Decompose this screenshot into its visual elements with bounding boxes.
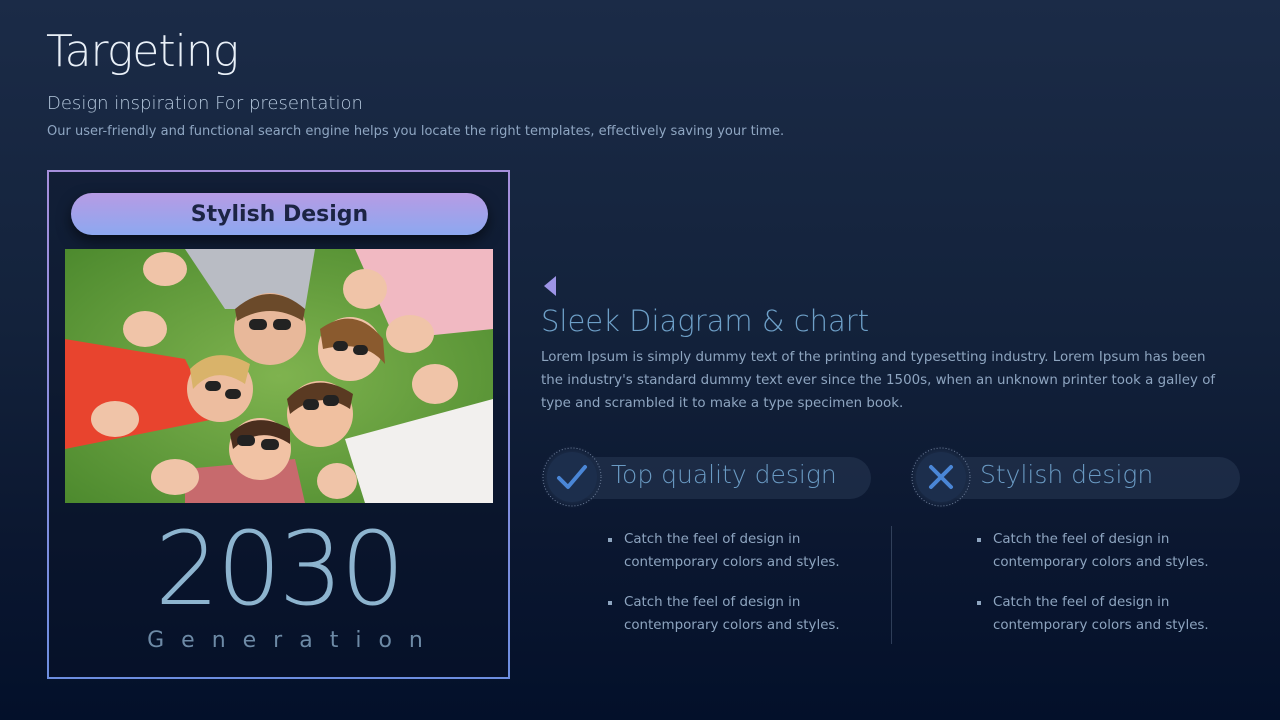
- year-number: 2030: [154, 510, 406, 629]
- group-photo: [65, 249, 493, 503]
- section-body: Lorem Ipsum is simply dummy text of the …: [541, 350, 1216, 411]
- slide-description: Our user-friendly and functional search …: [47, 124, 785, 139]
- list-item: Catch the feel of design in contemporary…: [608, 528, 868, 574]
- section-title: Sleek Diagram & chart: [541, 304, 870, 338]
- list-item: Catch the feel of design in contemporary…: [608, 591, 868, 637]
- feature-bullets-left: Catch the feel of design in contemporary…: [608, 528, 868, 654]
- triangle-left-icon: [544, 276, 556, 296]
- card-pill-label: Stylish Design: [71, 193, 488, 235]
- slide-title: Targeting: [46, 26, 239, 77]
- list-item: Catch the feel of design in contemporary…: [977, 591, 1237, 637]
- check-icon: [541, 446, 603, 508]
- feature-label: Top quality design: [611, 460, 837, 489]
- feature-label: Stylish design: [980, 460, 1154, 489]
- cross-icon: [910, 446, 972, 508]
- feature-bullets-right: Catch the feel of design in contemporary…: [977, 528, 1237, 654]
- list-item: Catch the feel of design in contemporary…: [977, 528, 1237, 574]
- slide-subtitle: Design inspiration For presentation: [47, 93, 363, 114]
- year-caption: Generation: [147, 628, 440, 653]
- feature-card: Stylish Design 2030 Generation: [47, 170, 510, 679]
- feature-top-quality: Top quality design: [541, 446, 871, 508]
- feature-stylish: Stylish design: [910, 446, 1240, 508]
- column-divider: [891, 526, 892, 644]
